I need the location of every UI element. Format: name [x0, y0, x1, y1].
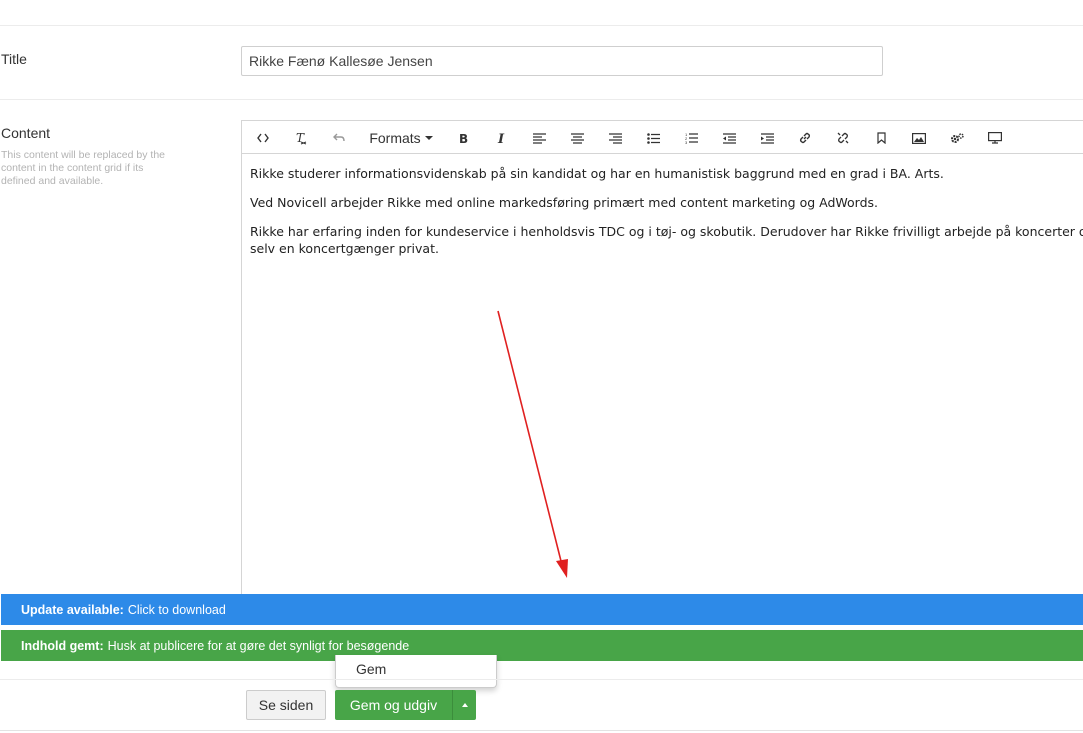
bullet-list-icon[interactable]	[638, 125, 668, 151]
align-left-icon[interactable]	[524, 125, 554, 151]
italic-icon[interactable]: I	[486, 125, 516, 151]
actions-divider	[0, 679, 1083, 680]
title-label: Title	[1, 51, 27, 67]
code-icon[interactable]	[248, 125, 278, 151]
image-icon[interactable]	[904, 125, 934, 151]
svg-text:B: B	[459, 132, 468, 144]
save-publish-button[interactable]: Gem og udgiv	[335, 690, 452, 720]
settings-icon[interactable]	[942, 125, 972, 151]
saved-notification-text: Husk at publicere for at gøre det synlig…	[107, 638, 410, 653]
numbered-list-icon[interactable]: 123	[676, 125, 706, 151]
bottom-divider	[0, 730, 1083, 731]
undo-icon[interactable]	[324, 125, 354, 151]
save-menu-item[interactable]: Gem	[356, 661, 386, 677]
view-page-button[interactable]: Se siden	[246, 690, 326, 720]
content-description: This content will be replaced by the con…	[1, 149, 166, 187]
indent-icon[interactable]	[752, 125, 782, 151]
content-paragraph: Rikke har erfaring inden for kundeservic…	[250, 224, 1083, 256]
content-paragraph: Ved Novicell arbejder Rikke med online m…	[250, 195, 879, 210]
bold-icon[interactable]: B	[448, 125, 478, 151]
svg-text:3: 3	[685, 140, 688, 144]
link-icon[interactable]	[790, 125, 820, 151]
editor-toolbar: T Formats B I 123	[242, 121, 1083, 154]
content-paragraph: Rikke studerer informationsvidenskab på …	[250, 166, 944, 181]
top-divider	[0, 25, 1083, 26]
saved-notification-title: Indhold gemt:	[21, 638, 104, 653]
formats-label: Formats	[369, 130, 421, 146]
unlink-icon[interactable]	[828, 125, 858, 151]
bookmark-icon[interactable]	[866, 125, 896, 151]
rich-text-editor[interactable]: T Formats B I 123 Rikke studerer informa…	[241, 120, 1083, 600]
content-label: Content	[1, 125, 51, 141]
update-notification-title: Update available:	[21, 602, 124, 617]
save-options-toggle[interactable]	[452, 690, 476, 720]
chevron-down-icon	[424, 136, 433, 140]
editor-content[interactable]: Rikke studerer informationsvidenskab på …	[250, 165, 1083, 257]
title-divider	[0, 99, 1083, 100]
clear-format-icon[interactable]: T	[286, 125, 316, 151]
update-notification[interactable]: Update available: Click to download	[1, 594, 1083, 625]
svg-text:I: I	[497, 132, 505, 144]
save-dropdown-menu: Gem	[335, 655, 497, 688]
outdent-icon[interactable]	[714, 125, 744, 151]
preview-icon[interactable]	[980, 125, 1010, 151]
chevron-up-icon	[461, 703, 468, 707]
align-center-icon[interactable]	[562, 125, 592, 151]
align-right-icon[interactable]	[600, 125, 630, 151]
title-input[interactable]	[241, 46, 883, 76]
update-notification-text: Click to download	[127, 602, 226, 617]
formats-dropdown[interactable]: Formats	[362, 125, 440, 151]
saved-notification[interactable]: Indhold gemt: Husk at publicere for at g…	[1, 630, 1083, 661]
